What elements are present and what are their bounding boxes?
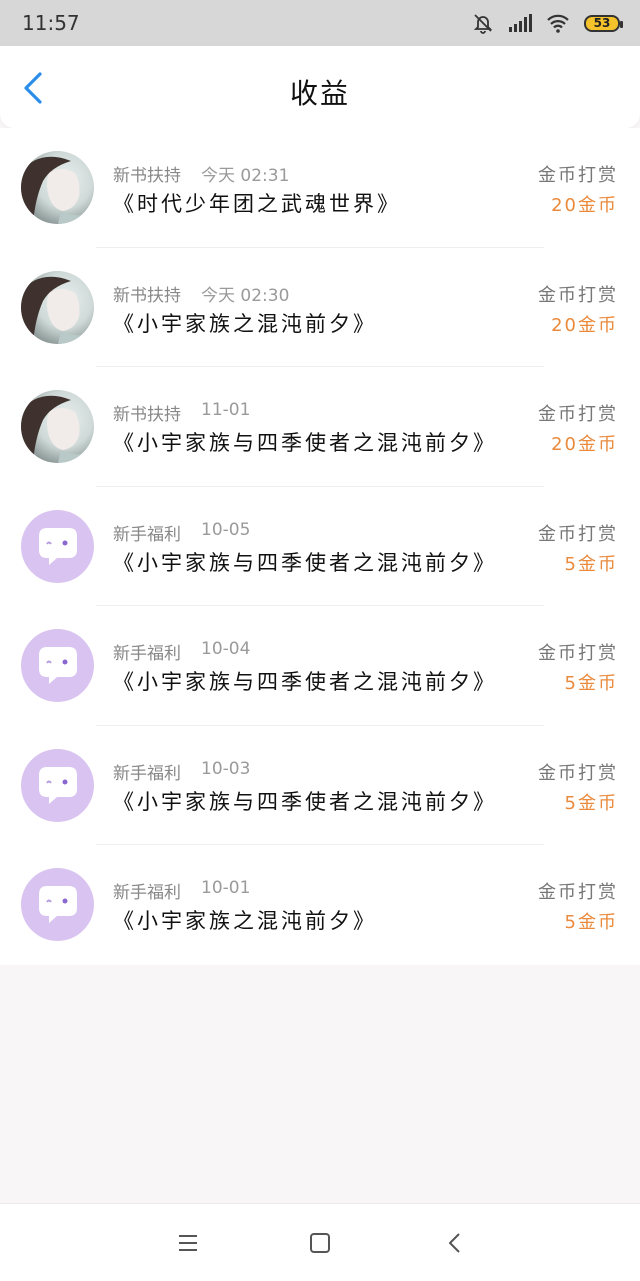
item-book-title: 《时代少年团之武魂世界》 [113,192,401,216]
earnings-list: 新书扶持 今天 02:31 《时代少年团之武魂世界》 金币打赏 20金币 新书扶持 今天 0… [0,128,640,965]
item-reward-type: 金币打赏 [538,643,618,664]
item-source: 新书扶持 [113,285,181,306]
item-time: 10-05 [201,519,251,540]
item-reward-type: 金币打赏 [538,762,618,784]
menu-button[interactable] [173,1228,203,1258]
status-bar: 11:57 53 [0,0,640,46]
header: 收益 [0,46,640,128]
triangle-back-icon [449,1233,460,1253]
battery-indicator: 53 [584,14,623,32]
list-item[interactable]: 新手福利 10-04 《小宇家族与四季使者之混沌前夕》 金币打赏 5金币 [0,606,640,726]
item-source: 新手福利 [113,524,181,545]
item-reward-amount: 20金币 [551,434,618,455]
wifi-icon [547,14,569,33]
item-reward-type: 金币打赏 [538,523,618,545]
item-time: 10-04 [201,639,251,659]
list-item[interactable]: 新手福利 10-05 《小宇家族与四季使者之混沌前夕》 金币打赏 5金币 [0,486,640,606]
item-source: 新书扶持 [113,166,181,186]
item-time: 10-03 [201,758,251,779]
item-source: 新手福利 [113,644,181,664]
item-time: 今天 02:30 [201,285,290,306]
list-item[interactable]: 新书扶持 今天 02:31 《时代少年团之武魂世界》 金币打赏 20金币 [0,128,640,248]
item-book-title: 《小宇家族之混沌前夕》 [113,909,377,933]
page-title: 收益 [289,77,350,110]
battery-level: 53 [593,16,611,30]
item-meta: 新手福利 10-04 [113,639,250,664]
avatar-illustration-icon [21,390,94,463]
status-time: 11:57 [22,11,80,35]
item-reward-type: 金币打赏 [538,165,618,186]
square-icon [310,1233,330,1253]
list-item[interactable]: 新书扶持 今天 02:30 《小宇家族之混沌前夕》 金币打赏 20金币 [0,247,640,367]
home-button[interactable] [305,1228,335,1258]
chat-bubble-icon [21,748,94,822]
item-reward-amount: 5金币 [564,553,618,575]
list-item[interactable]: 新书扶持 11-01 《小宇家族与四季使者之混沌前夕》 金币打赏 20金币 [0,367,640,487]
item-book-title: 《小宇家族与四季使者之混沌前夕》 [113,550,497,575]
item-reward-amount: 20金币 [551,195,618,216]
avatar-illustration-icon [21,270,94,344]
item-book-title: 《小宇家族与四季使者之混沌前夕》 [113,431,497,455]
avatar-illustration-icon [21,151,94,224]
item-reward-type: 金币打赏 [538,284,618,306]
item-source: 新书扶持 [113,405,181,425]
signal-icon [509,14,532,32]
back-nav-button[interactable] [440,1228,470,1258]
item-reward-type: 金币打赏 [538,882,618,903]
item-meta: 新书扶持 11-01 [113,400,250,425]
item-source: 新手福利 [113,763,181,784]
list-item[interactable]: 新手福利 10-01 《小宇家族之混沌前夕》 金币打赏 5金币 [0,845,640,965]
menu-icon [179,1235,197,1251]
item-meta: 新书扶持 今天 02:31 [113,161,289,186]
item-book-title: 《小宇家族之混沌前夕》 [113,311,377,336]
list-item[interactable]: 新手福利 10-03 《小宇家族与四季使者之混沌前夕》 金币打赏 5金币 [0,725,640,845]
system-nav-bar [0,1203,640,1281]
item-reward-amount: 5金币 [564,673,618,694]
item-reward-amount: 5金币 [564,912,618,933]
item-meta: 新手福利 10-05 [113,520,250,545]
item-source: 新手福利 [113,883,181,903]
item-meta: 新书扶持 今天 02:30 [113,281,289,306]
status-icons: 53 [472,10,623,36]
item-reward-type: 金币打赏 [538,404,618,425]
chat-bubble-icon [21,868,94,941]
mute-bell-icon [473,14,493,34]
chat-bubble-icon [21,509,94,583]
chat-bubble-icon [21,629,94,702]
item-reward-amount: 20金币 [551,314,618,336]
item-meta: 新手福利 10-03 [113,759,250,784]
item-meta: 新手福利 10-01 [113,878,250,903]
item-time: 今天 02:31 [201,166,290,186]
item-reward-amount: 5金币 [564,792,618,814]
item-time: 11-01 [201,400,251,420]
item-book-title: 《小宇家族与四季使者之混沌前夕》 [113,670,497,694]
item-time: 10-01 [201,878,251,898]
item-book-title: 《小宇家族与四季使者之混沌前夕》 [113,789,497,814]
